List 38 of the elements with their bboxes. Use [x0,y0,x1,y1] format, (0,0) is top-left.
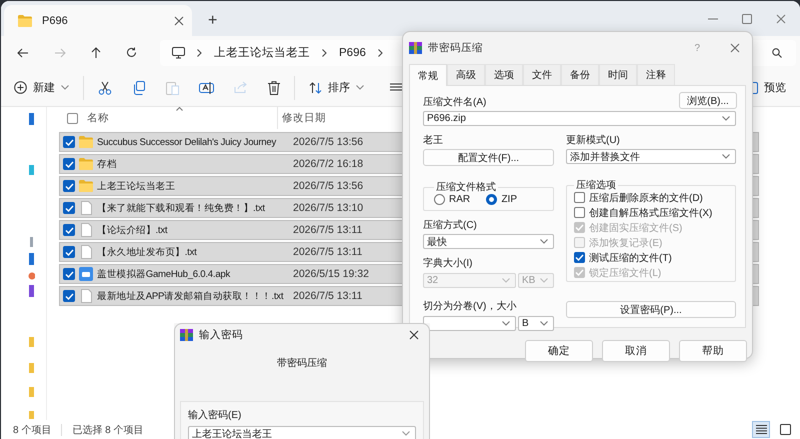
modified-date: 2026/7/5 13:10 [293,202,364,214]
field-label: 输入密码(E) [188,408,242,422]
modified-date: 2026/7/5 13:11 [293,290,362,302]
modified-date: 2026/7/5 13:56 [293,136,364,148]
file-name: 最新地址及APP请发邮箱自动获取！！！.txt [97,290,284,302]
modified-date: 2026/7/2 16:18 [293,158,364,170]
file-name: 【永久地址发布页】.txt [97,246,198,258]
dialog-subtitle: 带密码压缩 [277,356,327,370]
modified-date: 2026/7/5 13:11 [293,224,362,236]
field-label: 压缩文件名(A) [423,96,486,109]
group-label: 压缩文件格式 [435,180,497,194]
file-name: 【论坛介绍】.txt [97,224,168,236]
option-label: ZIP [501,194,517,205]
field-label: 字典大小(I) [423,256,474,270]
dialog-title: 带密码压缩 [428,41,484,55]
option-label: 测试压缩的文件(T) [589,252,672,264]
modified-date: 2026/7/5 13:11 [293,246,362,258]
selection-count: 已选择 8 个项目 [72,424,144,436]
option-label: 创建自解压格式压缩文件(X) [589,206,712,220]
file-name: 【来了就能下载和观看！纯免费！】.txt [97,202,266,214]
option-label: 压缩后删除原来的文件(D) [589,192,703,204]
group-label: 压缩选项 [575,178,617,192]
field-label: 压缩方式(C) [423,218,478,232]
item-count: 8 个项目 [13,424,52,436]
modified-date: 2026/5/15 19:32 [293,268,369,280]
modified-date: 2026/7/5 13:56 [293,180,364,192]
file-name: 上老王论坛当老王 [97,180,176,192]
option-label: 创建固实压缩文件(S) [589,222,682,234]
file-name: Succubus Successor Delilah's Juicy Journey [97,136,278,148]
dialog-title: 输入密码 [199,328,244,342]
file-name: 盖世模拟器GameHub_6.0.4.apk [97,268,232,280]
field-label: 切分为分卷(V)，大小 [423,300,518,313]
option-label: 锁定压缩文件(L) [589,266,662,280]
field-label: 更新模式(U) [566,134,621,147]
option-label: RAR [449,194,470,205]
file-name: 存档 [97,158,118,170]
profile-label: 老王 [423,134,444,147]
option-label: 添加恢复记录(E) [589,236,662,250]
